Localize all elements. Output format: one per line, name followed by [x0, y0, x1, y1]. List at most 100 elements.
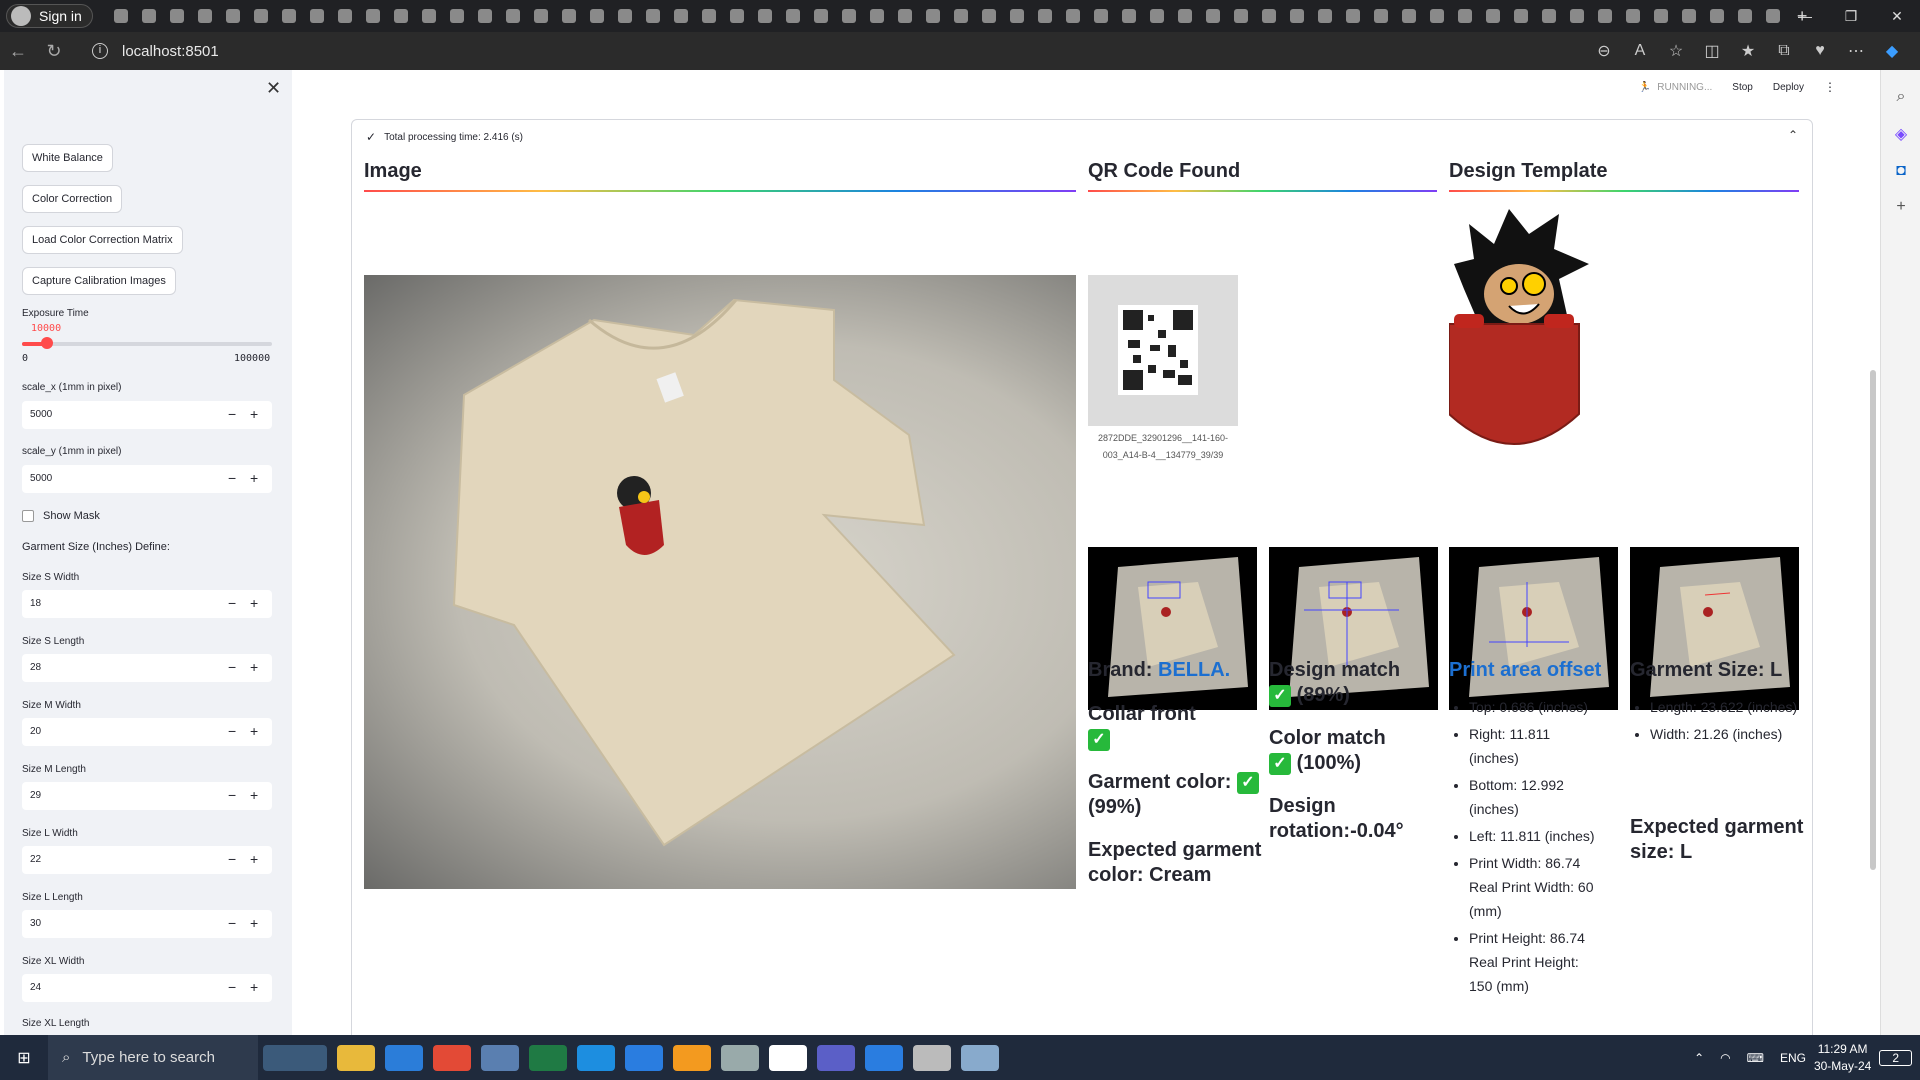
info-icon[interactable]: i	[92, 43, 108, 59]
tab-icon[interactable]	[141, 9, 156, 23]
tab-icon[interactable]	[757, 9, 772, 23]
capture-calibration-button[interactable]: Capture Calibration Images	[22, 267, 176, 295]
exposure-slider[interactable]	[22, 337, 272, 349]
decrement-icon[interactable]: −	[228, 723, 236, 739]
tab-icon[interactable]	[925, 9, 940, 23]
keyboard-icon[interactable]: ⌨	[1747, 1051, 1764, 1065]
tab-icon[interactable]	[1765, 9, 1780, 23]
tab-icon[interactable]	[1037, 9, 1052, 23]
tab-icon[interactable]	[449, 9, 464, 23]
teams-icon[interactable]	[817, 1044, 855, 1071]
size-input[interactable]: 30 − +	[22, 910, 272, 938]
close-sidebar-icon[interactable]: ✕	[266, 78, 281, 99]
increment-icon[interactable]: +	[250, 406, 258, 422]
tab-icon[interactable]	[617, 9, 632, 23]
tab-icon[interactable]	[1009, 9, 1024, 23]
tab-icon[interactable]	[673, 9, 688, 23]
size-input[interactable]: 29 − +	[22, 782, 272, 810]
decrement-icon[interactable]: −	[228, 659, 236, 675]
size-input[interactable]: 22 − +	[22, 846, 272, 874]
tab-icon[interactable]	[337, 9, 352, 23]
home-assistant-icon[interactable]	[673, 1044, 711, 1071]
tab-icon[interactable]	[505, 9, 520, 23]
increment-icon[interactable]: +	[250, 787, 258, 803]
notifications-icon[interactable]: 2	[1879, 1049, 1912, 1066]
tab-icon[interactable]	[1653, 9, 1668, 23]
vscode-icon[interactable]	[625, 1044, 663, 1071]
tab-icon[interactable]	[281, 9, 296, 23]
scale-y-input[interactable]: 5000 − +	[22, 465, 272, 493]
decrement-icon[interactable]: −	[228, 915, 236, 931]
show-mask-checkbox[interactable]	[22, 510, 34, 522]
close-window-icon[interactable]: ✕	[1874, 0, 1920, 32]
tab-icon[interactable]	[1485, 9, 1500, 23]
tab-icon[interactable]	[225, 9, 240, 23]
increment-icon[interactable]: +	[250, 851, 258, 867]
tab-icon[interactable]	[1317, 9, 1332, 23]
decrement-icon[interactable]: −	[228, 470, 236, 486]
tab-icon[interactable]	[309, 9, 324, 23]
decrement-icon[interactable]: −	[228, 406, 236, 422]
tab-icon[interactable]	[1597, 9, 1612, 23]
tab-icon[interactable]	[421, 9, 436, 23]
zoom-icon[interactable]: ⊖	[1586, 41, 1622, 61]
notepad-icon[interactable]	[961, 1044, 999, 1071]
favorites-icon[interactable]: ★	[1730, 41, 1766, 61]
tab-icon[interactable]	[1541, 9, 1556, 23]
restore-icon[interactable]: ❐	[1828, 0, 1874, 32]
tab-icon[interactable]	[1345, 9, 1360, 23]
bird-widget-icon[interactable]	[263, 1044, 327, 1071]
zoom-app-icon[interactable]	[865, 1044, 903, 1071]
tab-icon[interactable]	[729, 9, 744, 23]
excel-icon[interactable]	[529, 1044, 567, 1071]
tab-icon[interactable]	[701, 9, 716, 23]
white-balance-button[interactable]: White Balance	[22, 144, 113, 172]
tab-icon[interactable]	[1149, 9, 1164, 23]
tab-icon[interactable]	[1065, 9, 1080, 23]
tab-icon[interactable]	[533, 9, 548, 23]
edge-icon[interactable]	[577, 1044, 615, 1071]
main-menu-icon[interactable]: ⋮	[1824, 80, 1836, 94]
favorite-icon[interactable]: ☆	[1658, 41, 1694, 61]
windows-start-icon[interactable]: ⊞	[0, 1048, 48, 1068]
tab-icon[interactable]	[1233, 9, 1248, 23]
tab-icon[interactable]	[981, 9, 996, 23]
chart-app-icon[interactable]	[769, 1044, 807, 1071]
color-correction-button[interactable]: Color Correction	[22, 185, 123, 213]
gimp-icon[interactable]	[913, 1044, 951, 1071]
outlook-icon[interactable]: ◘	[1881, 162, 1920, 180]
load-ccm-button[interactable]: Load Color Correction Matrix	[22, 226, 183, 254]
tab-icon[interactable]	[1681, 9, 1696, 23]
expander-header[interactable]: ✓ Total processing time: 2.416 (s)	[366, 130, 523, 144]
wifi-icon[interactable]: ◠	[1720, 1051, 1730, 1065]
tab-icon[interactable]	[645, 9, 660, 23]
decrement-icon[interactable]: −	[228, 979, 236, 995]
refresh-icon[interactable]: ↻	[36, 41, 72, 62]
brand-link[interactable]: BELLA.	[1158, 659, 1230, 681]
print-offset-link[interactable]: Print area offset	[1449, 658, 1601, 683]
url-field[interactable]: i localhost:8501	[92, 43, 219, 60]
split-screen-icon[interactable]: ◫	[1694, 41, 1730, 61]
tab-icon[interactable]	[1121, 9, 1136, 23]
search-icon[interactable]: ⌕	[1881, 88, 1920, 106]
increment-icon[interactable]: +	[250, 659, 258, 675]
tab-icon[interactable]	[589, 9, 604, 23]
stop-button[interactable]: Stop	[1732, 82, 1753, 93]
tab-icon[interactable]	[1513, 9, 1528, 23]
tab-icon[interactable]	[561, 9, 576, 23]
tab-icon[interactable]	[953, 9, 968, 23]
tab-icon[interactable]	[1457, 9, 1472, 23]
copilot-icon[interactable]: ◆	[1874, 41, 1910, 61]
tab-icon[interactable]	[1429, 9, 1444, 23]
tab-icon[interactable]	[393, 9, 408, 23]
chevron-up-icon[interactable]: ⌃	[1694, 1051, 1704, 1065]
increment-icon[interactable]: +	[250, 470, 258, 486]
tab-icon[interactable]	[1289, 9, 1304, 23]
remote-desktop-icon[interactable]	[481, 1044, 519, 1071]
decrement-icon[interactable]: −	[228, 851, 236, 867]
tab-icon[interactable]	[1737, 9, 1752, 23]
tab-icon[interactable]	[113, 9, 128, 23]
tab-icon[interactable]	[169, 9, 184, 23]
increment-icon[interactable]: +	[250, 595, 258, 611]
store-icon[interactable]	[385, 1044, 423, 1071]
